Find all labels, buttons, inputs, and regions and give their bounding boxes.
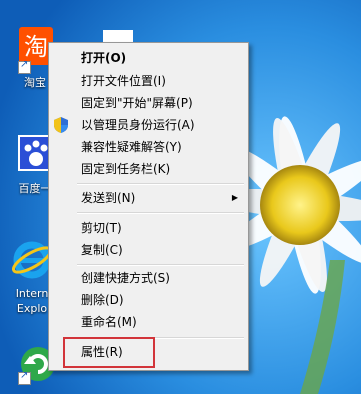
shortcut-arrow-icon bbox=[18, 370, 31, 385]
menu-item-open-location[interactable]: 打开文件位置(I) bbox=[79, 70, 246, 92]
menu-separator bbox=[77, 212, 244, 214]
properties-highlight-box bbox=[63, 337, 155, 368]
menu-item-send-to[interactable]: 发送到(N) ▶ bbox=[79, 187, 246, 209]
menu-separator bbox=[77, 183, 244, 185]
svg-text:淘: 淘 bbox=[24, 33, 48, 61]
menu-item-cut[interactable]: 剪切(T) bbox=[79, 217, 246, 239]
uac-shield-icon bbox=[54, 117, 68, 133]
submenu-arrow-icon: ▶ bbox=[231, 193, 238, 202]
menu-item-delete[interactable]: 删除(D) bbox=[79, 289, 246, 311]
menu-item-pin-start[interactable]: 固定到"开始"屏幕(P) bbox=[79, 92, 246, 114]
context-menu: 打开(O) 打开文件位置(I) 固定到"开始"屏幕(P) 以管理员身份运行(A)… bbox=[48, 42, 249, 371]
menu-item-pin-taskbar[interactable]: 固定到任务栏(K) bbox=[79, 158, 246, 180]
menu-separator bbox=[77, 264, 244, 266]
menu-item-open[interactable]: 打开(O) bbox=[79, 47, 246, 69]
menu-item-rename[interactable]: 重命名(M) bbox=[79, 311, 246, 333]
menu-item-run-as-admin[interactable]: 以管理员身份运行(A) bbox=[79, 114, 246, 136]
menu-item-create-shortcut[interactable]: 创建快捷方式(S) bbox=[79, 267, 246, 289]
menu-item-compat-troubleshoot[interactable]: 兼容性疑难解答(Y) bbox=[79, 136, 246, 158]
menu-item-copy[interactable]: 复制(C) bbox=[79, 239, 246, 261]
shortcut-arrow-icon bbox=[18, 59, 31, 74]
desktop: 淘 淘宝 百度一 Intern Explo bbox=[0, 0, 361, 394]
menu-icon-rail bbox=[49, 43, 75, 370]
